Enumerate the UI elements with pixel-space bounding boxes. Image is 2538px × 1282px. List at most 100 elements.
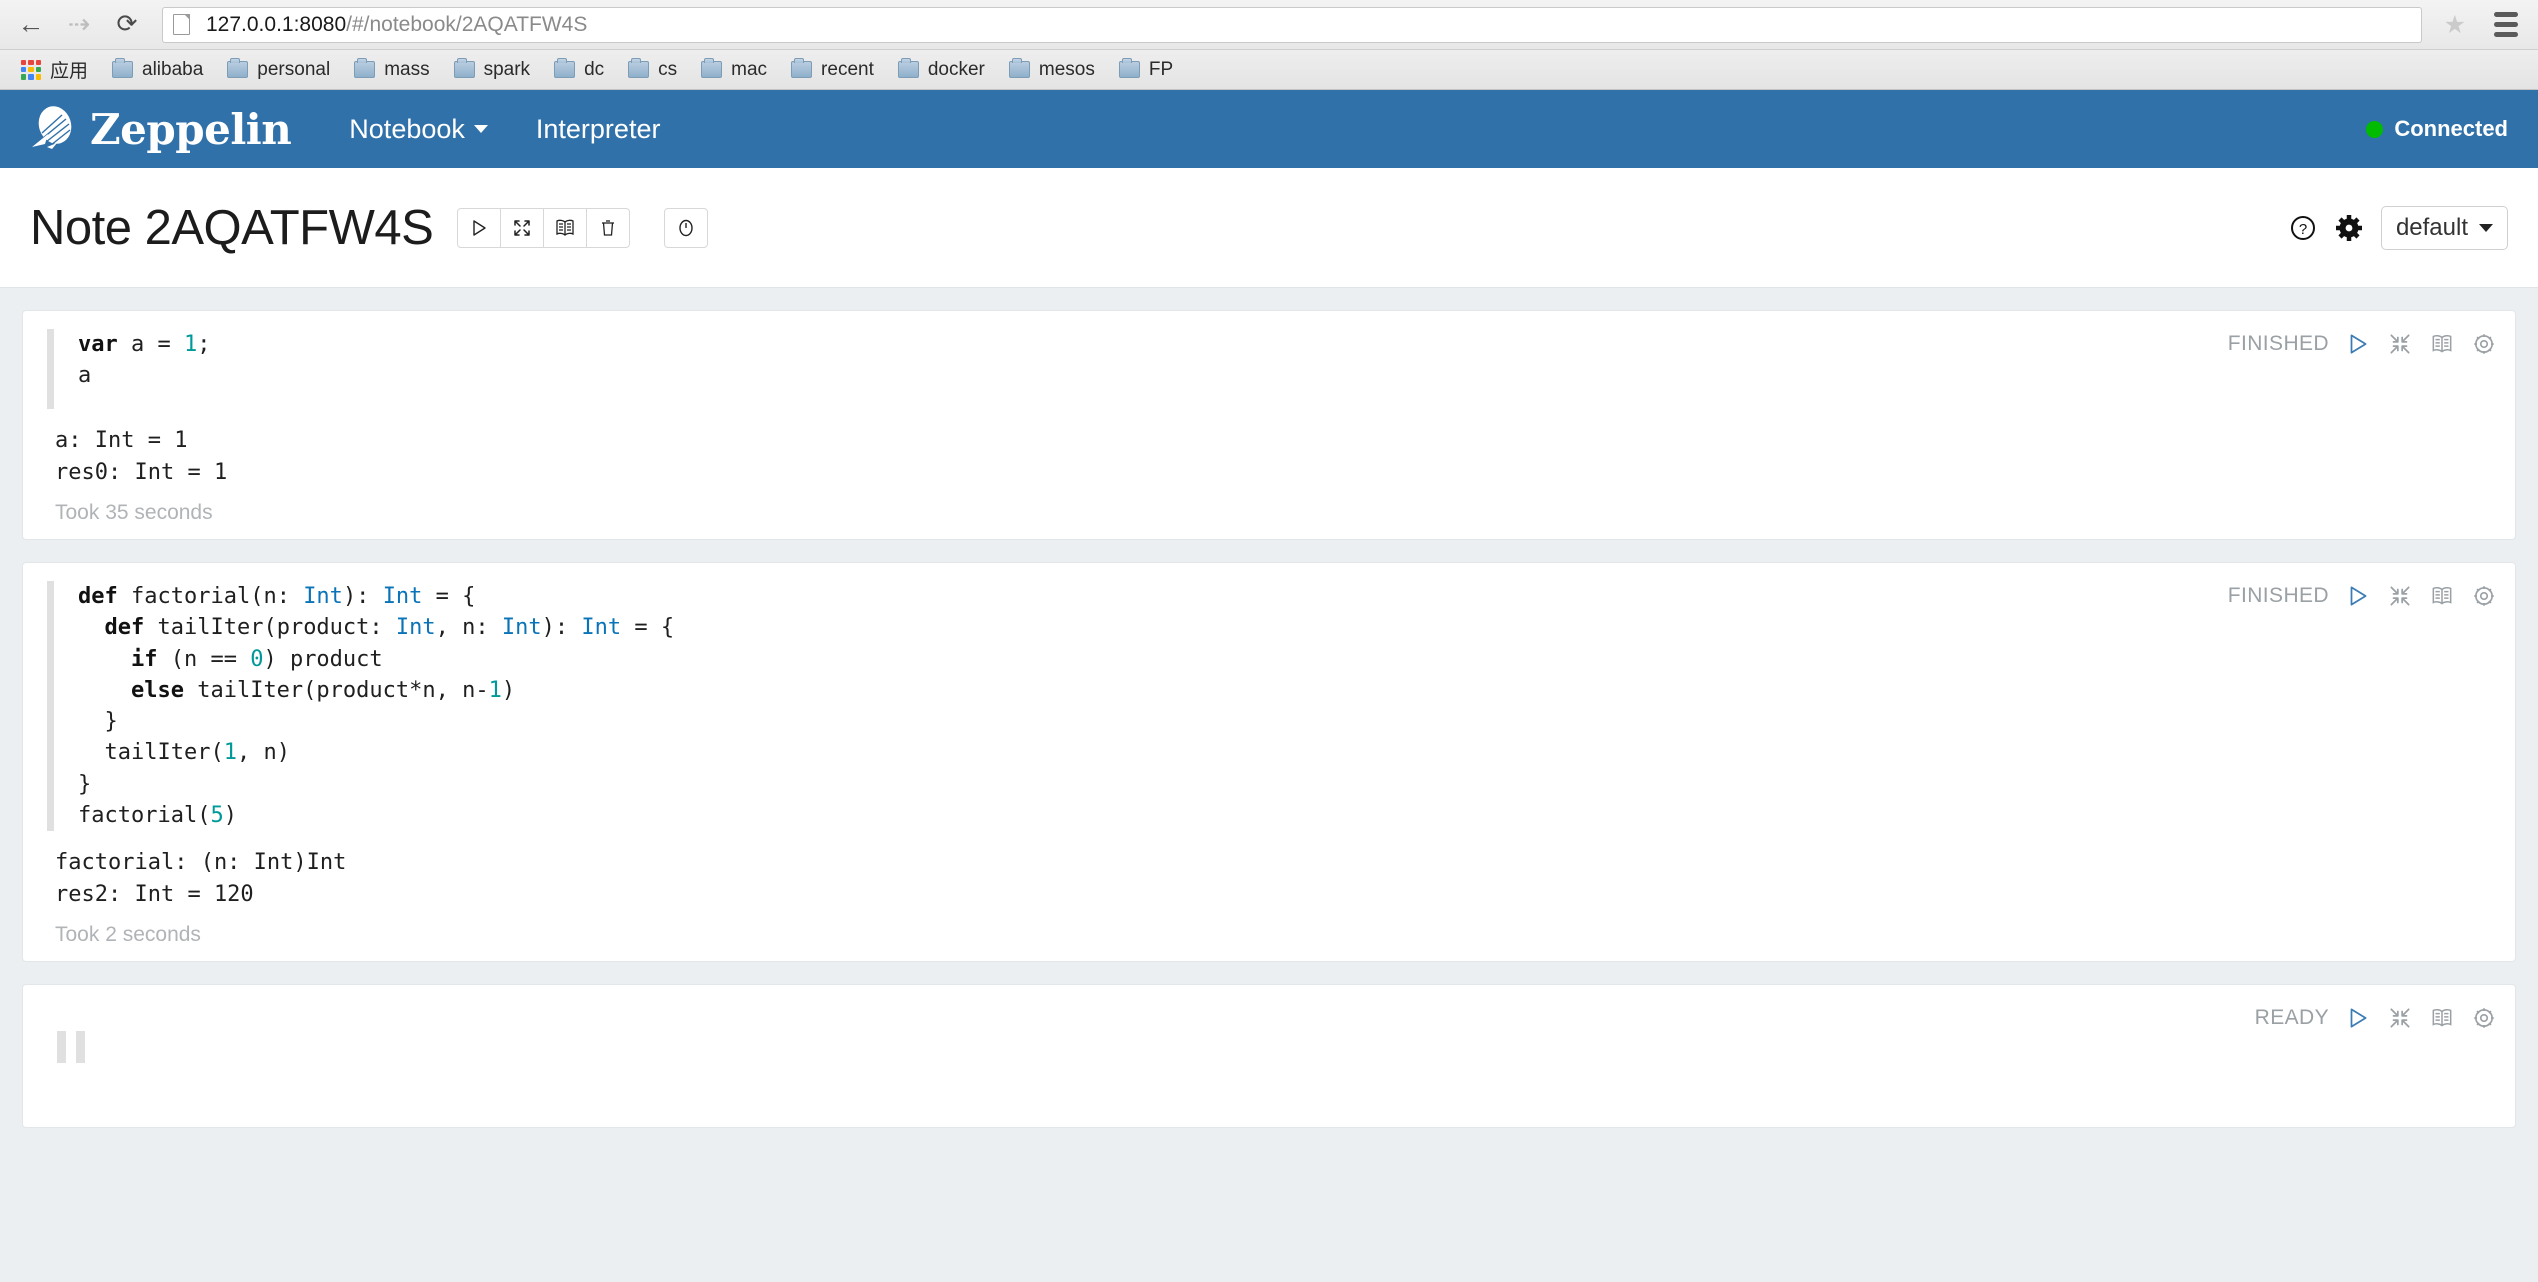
code-line: } [78,769,2493,800]
schedule-cron-button[interactable] [664,207,709,248]
code-token: Int [382,584,423,610]
code-line: var a = 1; [78,329,2493,360]
code-token: ): [541,615,582,641]
code-token: tailIter(product*n, n- [183,677,489,703]
code-token: } [78,771,92,797]
reload-icon[interactable]: ⟳ [110,8,144,42]
bookmark-item-mac[interactable]: mac [690,56,778,84]
show-all-code-button[interactable] [500,207,545,248]
nav-interpreter-link[interactable]: Interpreter [512,114,685,145]
code-token: if [130,646,158,672]
bookmark-item-recent[interactable]: recent [780,56,885,84]
status-badge: FINISHED [2227,584,2329,608]
code-editor[interactable]: var a = 1; a [47,329,2493,410]
zeppelin-navbar: Zeppelin Notebook Interpreter Connected [0,90,2538,168]
code-line: def factorial(n: Int): Int = { [78,581,2493,612]
code-token: 1 [223,740,237,766]
nav-notebook-label: Notebook [349,113,465,144]
show-all-output-button[interactable] [543,207,588,248]
code-editor[interactable] [45,1003,2493,1113]
folder-icon [628,58,650,78]
bookmark-item-personal[interactable]: personal [216,56,341,84]
code-token: Int [303,584,343,610]
url-path: /#/notebook/2AQATFW4S [346,12,588,36]
toggle-output-button[interactable] [2429,583,2455,609]
paragraph[interactable]: READY [22,983,2516,1128]
svg-text:?: ? [2299,221,2307,238]
browser-toolbar: ← ⇢ ⟳ 127.0.0.1:8080/#/notebook/2AQATFW4… [0,0,2538,50]
note-header-right-controls: ? default [2289,205,2508,250]
folder-icon [897,58,919,78]
code-token: def [78,584,118,610]
paragraph[interactable]: FINISHED [22,562,2516,962]
bookmark-label: mesos [1038,58,1095,80]
folder-icon [791,58,813,78]
brand-home-link[interactable]: Zeppelin [28,103,292,155]
address-bar[interactable]: 127.0.0.1:8080/#/notebook/2AQATFW4S [162,6,2422,43]
hamburger-menu-icon[interactable] [2488,12,2524,37]
bookmark-item-cs[interactable]: cs [617,56,688,84]
paragraph-settings-button[interactable] [2471,583,2497,609]
bookmark-item-spark[interactable]: spark [443,56,541,84]
bookmark-label: FP [1148,58,1174,80]
code-token: , n: [435,615,502,641]
bookmark-item-alibaba[interactable]: alibaba [101,56,214,84]
interpreter-binding-value: default [2395,213,2468,241]
page-title[interactable]: Note 2AQATFW4S [30,200,434,256]
bookmark-label: personal [257,58,331,80]
run-paragraph-button[interactable] [2345,583,2371,609]
paragraph[interactable]: FINISHED [22,310,2516,541]
note-action-button-group [457,207,631,248]
code-line: } [78,706,2493,737]
question-circle-icon[interactable]: ? [2289,214,2317,242]
code-token: ) [501,677,516,703]
bookmark-star-icon[interactable]: ★ [2436,10,2474,40]
run-paragraph-button[interactable] [2345,331,2371,357]
page-document-icon [173,14,190,35]
code-editor[interactable]: def factorial(n: Int): Int = { def tailI… [47,581,2493,832]
paragraph-settings-button[interactable] [2471,331,2497,357]
brand-wordmark: Zeppelin [90,104,292,154]
folder-icon [554,58,576,78]
connection-dot-icon [2366,120,2384,138]
bookmark-label: docker [927,58,985,80]
paragraph-controls: FINISHED [2228,583,2497,609]
code-line: factorial(5) [78,800,2493,831]
code-token: a [78,363,92,389]
run-all-paragraphs-button[interactable] [457,207,502,248]
paragraph-settings-button[interactable] [2471,1005,2497,1031]
bookmark-item-docker[interactable]: docker [887,56,996,84]
apps-grid-icon [21,59,41,80]
collapse-arrows-icon[interactable] [2387,583,2413,609]
collapse-arrows-icon[interactable] [2387,1005,2413,1031]
paragraph-duration: Took 35 seconds [55,501,213,525]
book-icon [556,219,574,236]
nav-notebook-menu[interactable]: Notebook [325,114,512,145]
code-line: a [78,360,2493,391]
trash-icon [602,219,615,236]
paragraph-result: a: Int = 1 res0: Int = 1 [55,428,228,486]
bookmark-item-fp[interactable]: FP [1108,56,1184,84]
code-token: a = [117,332,184,357]
editor-cursor-bar [76,1030,85,1063]
connection-status: Connected [2366,116,2508,142]
bookmark-item-mass[interactable]: mass [343,56,440,84]
expand-arrows-icon [514,219,531,236]
zeppelin-blimp-logo [32,106,72,149]
code-token: ; [197,332,211,357]
bookmark-item-apps[interactable]: 应用 [10,53,99,86]
toggle-output-button[interactable] [2429,1005,2455,1031]
bookmark-item-mesos[interactable]: mesos [998,56,1106,84]
folder-icon [354,58,376,78]
interpreter-binding-select[interactable]: default [2380,205,2508,250]
collapse-arrows-icon[interactable] [2387,331,2413,357]
back-arrow-icon[interactable]: ← [14,8,48,42]
forward-arrow-icon[interactable]: ⇢ [62,8,96,42]
toggle-output-button[interactable] [2429,331,2455,357]
delete-note-button[interactable] [586,207,631,248]
run-paragraph-button[interactable] [2345,1005,2371,1031]
folder-icon [453,58,475,78]
bookmark-item-dc[interactable]: dc [543,56,615,84]
gear-icon[interactable] [2335,214,2363,242]
